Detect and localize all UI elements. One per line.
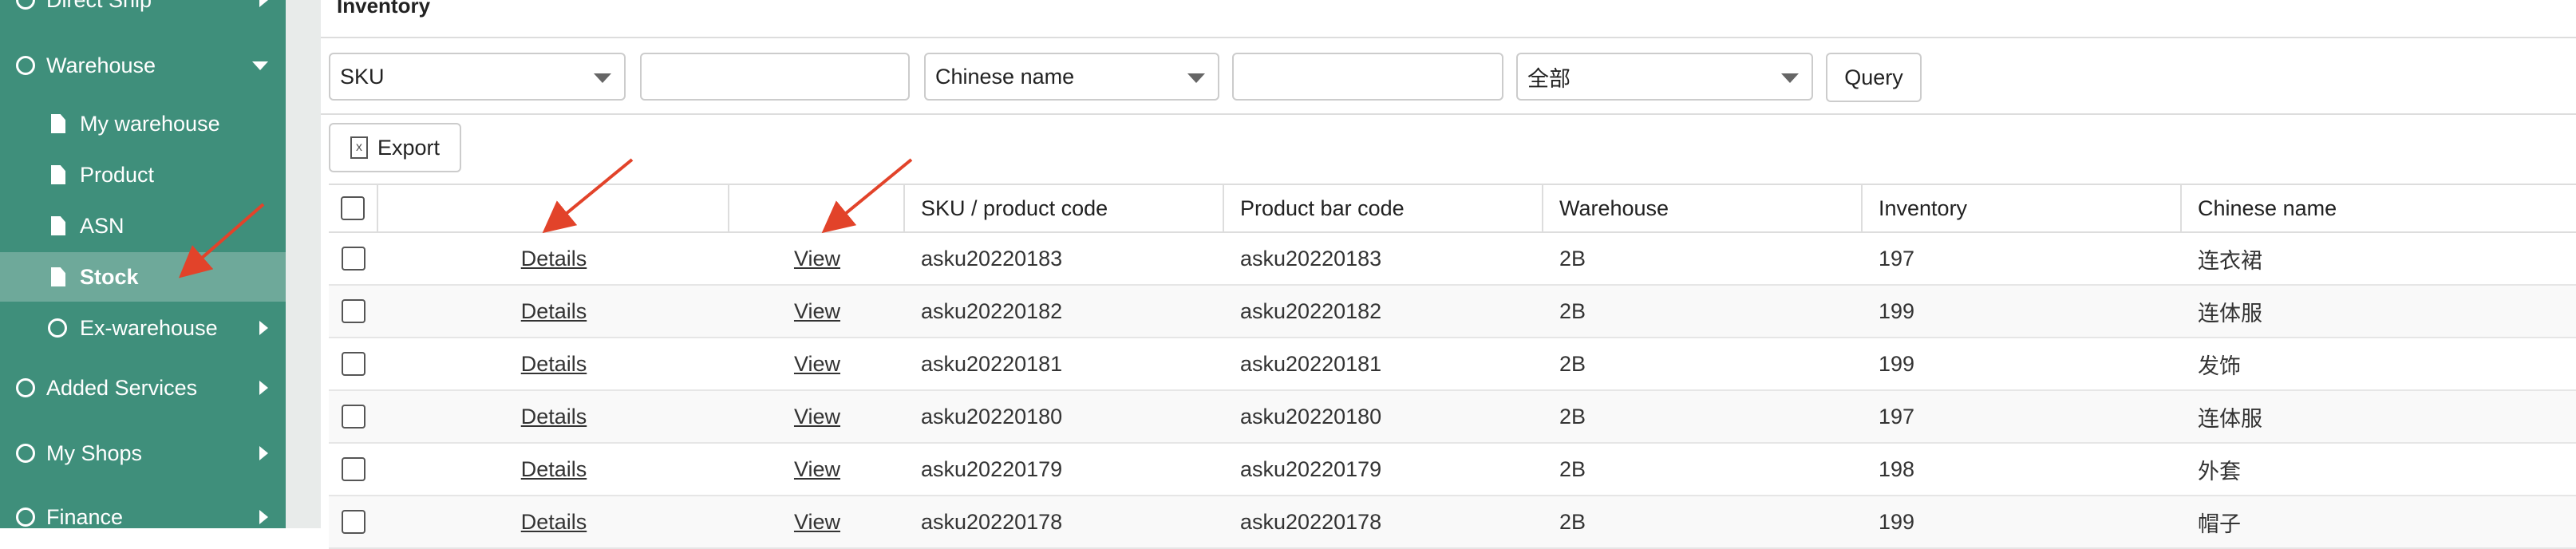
arrow-to-view [821,158,913,234]
annotation-arrow-stock [178,203,265,278]
annotation-arrows [542,158,913,234]
main-content: Inventory SKU Chinese name 全部 Query x Ex… [321,0,2576,549]
arrow-to-stock [178,203,265,278]
arrow-to-details [542,158,634,234]
